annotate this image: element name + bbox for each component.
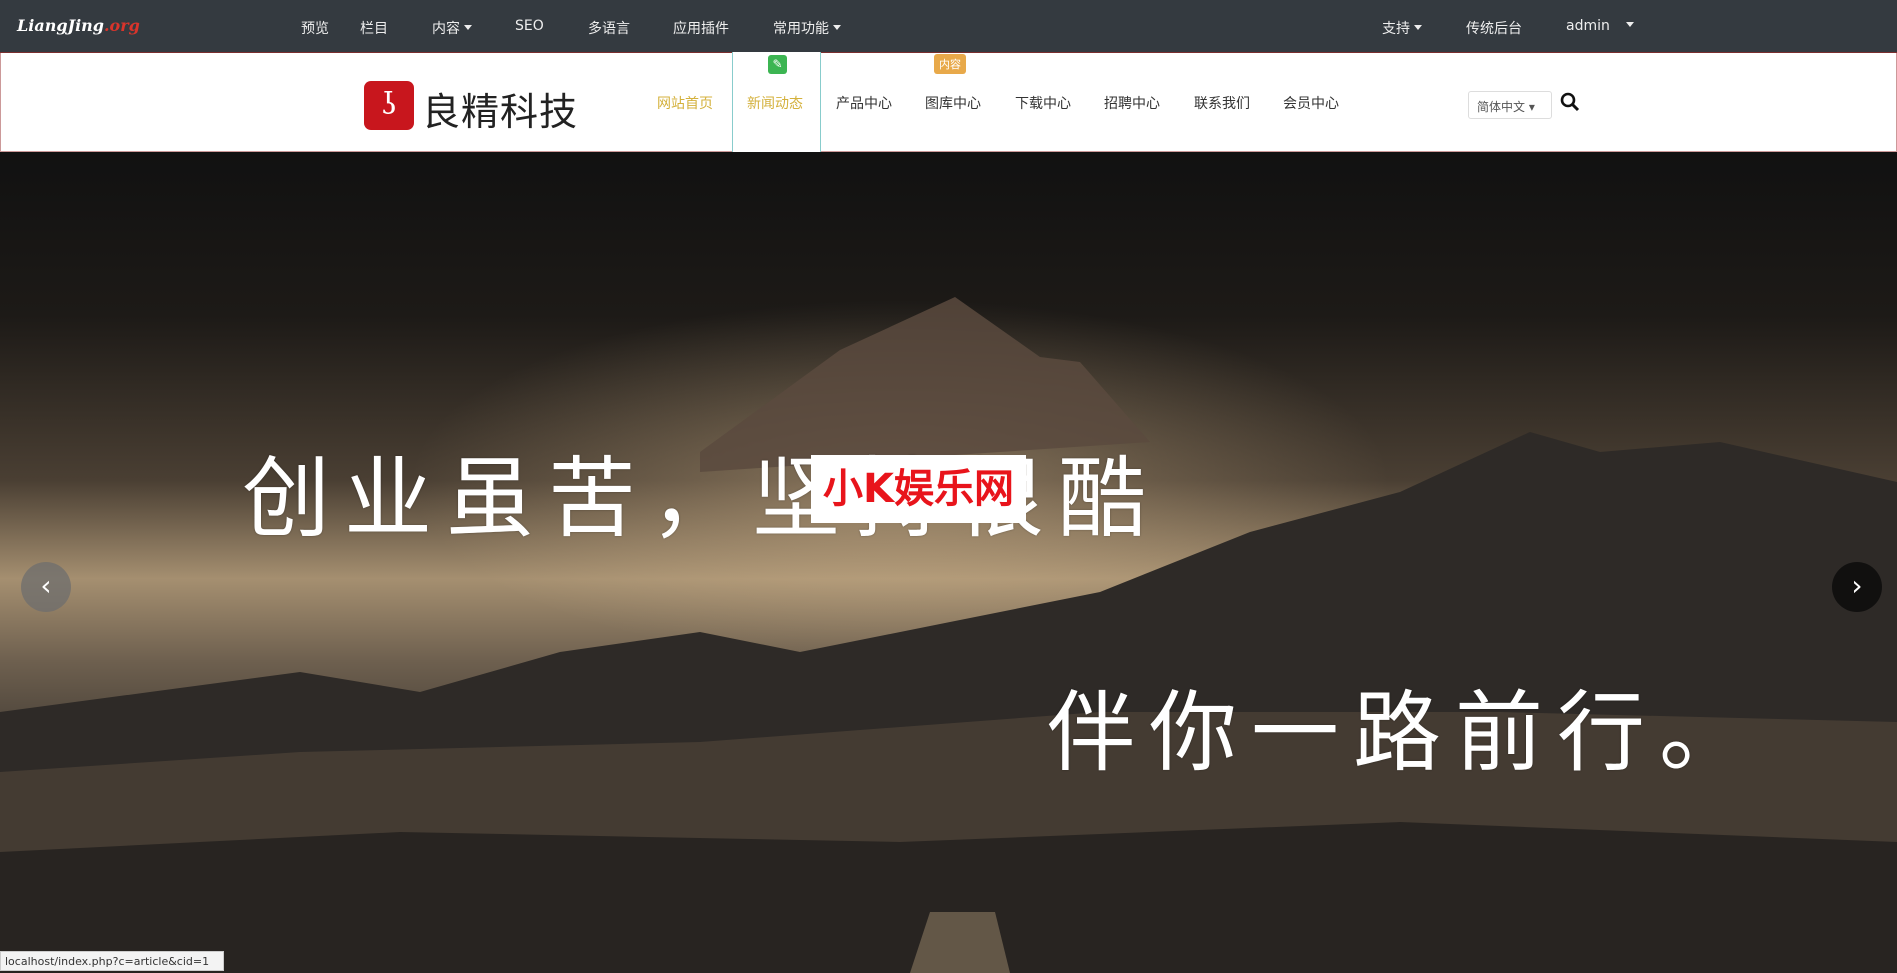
hero-carousel: 创业虽苦，坚持很酷 小K娱乐网 伴你一路前行。 ‹ ›: [0, 152, 1897, 973]
language-select[interactable]: 简体中文 ▾: [1468, 91, 1552, 119]
toolbar-seo[interactable]: SEO: [515, 18, 544, 34]
nav-home[interactable]: 网站首页: [657, 93, 713, 113]
chevron-left-icon: ‹: [40, 569, 52, 602]
toolbar-multilanguage[interactable]: 多语言: [588, 18, 630, 38]
search-icon[interactable]: [1559, 91, 1581, 113]
toolbar-legacy-admin[interactable]: 传统后台: [1466, 18, 1522, 38]
chevron-down-icon[interactable]: [1622, 18, 1634, 34]
chevron-right-icon: ›: [1851, 569, 1863, 602]
site-logo-icon[interactable]: ʖ: [364, 81, 414, 130]
status-bar-url: localhost/index.php?c=article&cid=1: [0, 951, 224, 971]
nav-members[interactable]: 会员中心: [1283, 93, 1339, 113]
nav-news[interactable]: 新闻动态: [747, 93, 803, 113]
nav-jobs[interactable]: 招聘中心: [1104, 93, 1160, 113]
carousel-prev-button[interactable]: ‹: [21, 562, 71, 612]
nav-contact[interactable]: 联系我们: [1194, 93, 1250, 113]
toolbar-columns[interactable]: 栏目: [360, 18, 388, 38]
site-logo-text[interactable]: 良精科技: [422, 81, 578, 136]
toolbar-common-dropdown[interactable]: 常用功能: [773, 18, 841, 38]
content-badge[interactable]: 内容: [934, 54, 966, 74]
toolbar-support-dropdown[interactable]: 支持: [1382, 18, 1422, 38]
toolbar-preview[interactable]: 预览: [301, 18, 329, 38]
nav-products[interactable]: 产品中心: [836, 93, 892, 113]
pencil-icon[interactable]: ✎: [768, 55, 787, 74]
carousel-next-button[interactable]: ›: [1832, 562, 1882, 612]
toolbar-admin-user[interactable]: admin: [1566, 18, 1610, 34]
nav-downloads[interactable]: 下载中心: [1015, 93, 1071, 113]
admin-toolbar: LiangJing.org 预览 栏目 内容 SEO 多语言 应用插件 常用功能…: [0, 0, 1897, 53]
mountain-background: [0, 297, 1897, 973]
hero-slogan-line2: 伴你一路前行。: [1047, 681, 1762, 784]
site-header: ʖ 良精科技 ✎ 内容 网站首页 新闻动态 产品中心 图库中心 下载中心 招聘中…: [0, 52, 1897, 153]
toolbar-plugins[interactable]: 应用插件: [673, 18, 729, 38]
nav-gallery[interactable]: 图库中心: [925, 93, 981, 113]
toolbar-content-dropdown[interactable]: 内容: [432, 18, 472, 38]
liangjing-logo[interactable]: LiangJing.org: [17, 16, 140, 35]
watermark: 小K娱乐网: [811, 455, 1026, 523]
